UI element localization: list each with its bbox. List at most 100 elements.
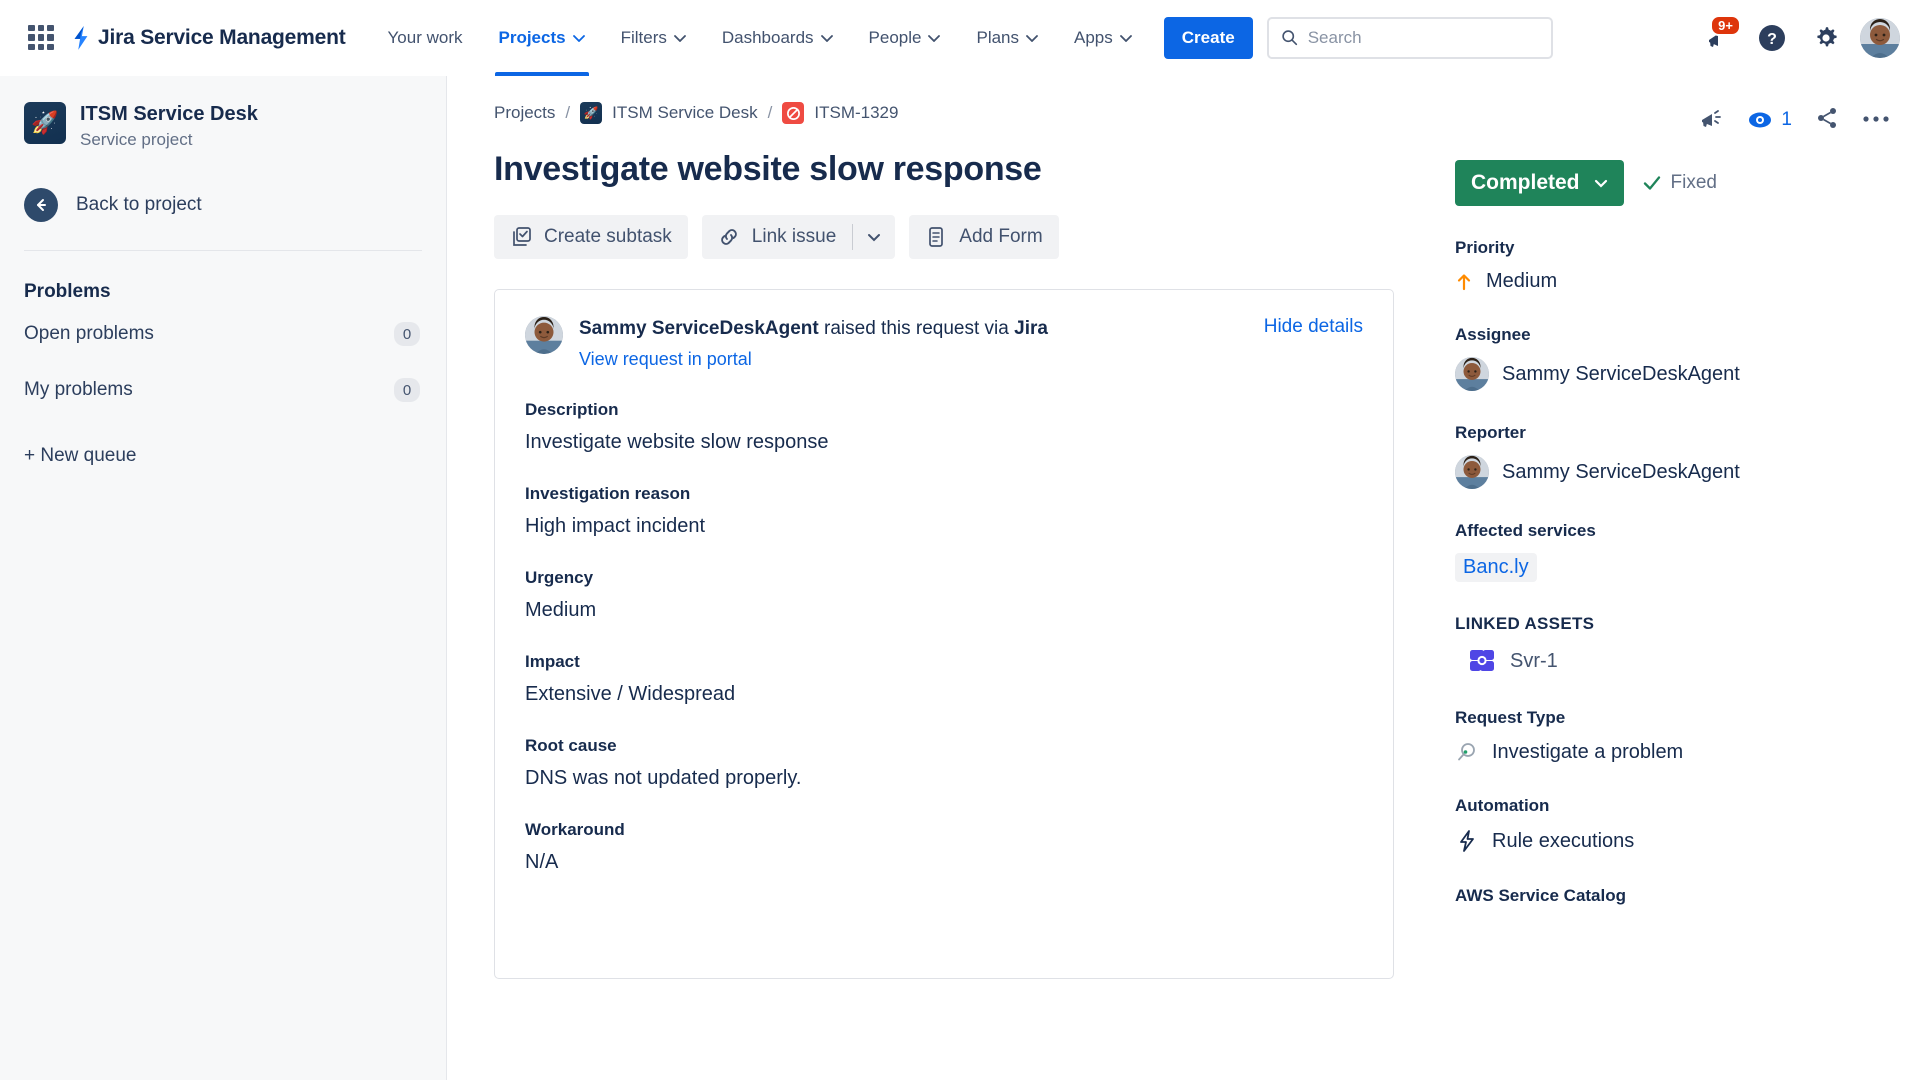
breadcrumb-issue-key[interactable]: ITSM-1329 <box>814 103 898 123</box>
linked-asset-row[interactable]: Svr-1 <box>1455 646 1890 676</box>
sidebar-item-count: 0 <box>394 322 420 346</box>
nav-item-plans[interactable]: Plans <box>958 0 1056 76</box>
field-value[interactable]: Extensive / Widespread <box>525 683 1363 706</box>
search-icon <box>1282 30 1297 46</box>
chevron-down-icon <box>928 34 941 42</box>
nav-item-projects[interactable]: Projects <box>481 0 603 76</box>
nav-item-label: Dashboards <box>721 27 814 47</box>
nav-item-people[interactable]: People <box>851 0 959 76</box>
nav-item-dashboards[interactable]: Dashboards <box>704 0 851 76</box>
sidebar-section-problems: Problems <box>24 281 111 302</box>
page-title[interactable]: Investigate website slow response <box>494 150 1467 189</box>
back-arrow-icon <box>24 188 58 222</box>
product-home-link[interactable]: Jira Service Management <box>70 25 346 51</box>
add-form-button[interactable]: Add Form <box>909 215 1059 259</box>
feedback-megaphone-button[interactable] <box>1697 104 1725 137</box>
user-profile-button[interactable] <box>1858 16 1902 60</box>
affected-service-chip[interactable]: Banc.ly <box>1455 553 1537 582</box>
eye-watch-icon <box>1749 112 1772 128</box>
field-label: AWS Service Catalog <box>1455 886 1627 905</box>
reporter-value-row[interactable]: Sammy ServiceDeskAgent <box>1455 455 1890 489</box>
nav-item-filters[interactable]: Filters <box>603 0 704 76</box>
form-icon <box>929 227 944 247</box>
jira-bolt-icon <box>74 25 88 50</box>
automation-bolt-icon <box>1460 830 1474 852</box>
assignee-avatar <box>1455 357 1489 391</box>
hide-details-button[interactable]: Hide details <box>1264 316 1363 338</box>
field-value[interactable]: High impact incident <box>525 515 1363 538</box>
chevron-down-icon <box>572 34 585 42</box>
field-label: Request Type <box>1455 708 1566 727</box>
field-label: Impact <box>525 651 580 671</box>
field-impact: Impact Extensive / Widespread <box>525 652 1363 706</box>
raised-request-line: Sammy ServiceDeskAgent raised this reque… <box>579 316 1048 342</box>
notifications-button[interactable]: 9+ <box>1696 14 1741 60</box>
status-dropdown-button[interactable]: Completed <box>1455 160 1624 206</box>
chevron-down-icon <box>820 34 833 42</box>
field-value[interactable]: Medium <box>525 599 1363 622</box>
create-button[interactable]: Create <box>1163 16 1253 59</box>
panel-field-assignee: Assignee Sammy ServiceDeskAgent <box>1455 325 1890 391</box>
priority-value-row[interactable]: Medium <box>1455 270 1890 293</box>
field-root-cause: Root cause DNS was not updated properly. <box>525 736 1363 790</box>
field-label: Affected services <box>1455 521 1596 540</box>
field-label: Description <box>525 399 619 419</box>
more-options-icon <box>1863 116 1889 122</box>
automation-value: Rule executions <box>1492 829 1635 852</box>
nav-item-apps[interactable]: Apps <box>1056 0 1150 76</box>
breadcrumb-projects[interactable]: Projects <box>494 103 555 123</box>
nav-item-label: Projects <box>498 27 566 47</box>
back-to-project-link[interactable]: Back to project <box>0 188 446 222</box>
panel-field-aws-service-catalog: AWS Service Catalog <box>1455 886 1890 906</box>
request-details-header: Sammy ServiceDeskAgent raised this reque… <box>525 316 1363 370</box>
avatar <box>1860 17 1900 58</box>
sidebar-item-my-problems[interactable]: My problems 0 <box>0 365 446 415</box>
add-form-label: Add Form <box>959 226 1043 247</box>
link-issue-button[interactable]: Link issue <box>702 215 853 259</box>
sidebar-project-header[interactable]: 🚀 ITSM Service Desk Service project <box>0 102 446 150</box>
field-label: Investigation reason <box>525 483 691 503</box>
app-switcher-icon[interactable] <box>24 21 58 55</box>
share-button[interactable] <box>1814 105 1840 136</box>
nav-right-cluster: 9+ ? <box>1696 14 1920 60</box>
automation-value-row[interactable]: Rule executions <box>1455 828 1890 854</box>
priority-medium-icon <box>1457 273 1471 290</box>
create-subtask-button[interactable]: Create subtask <box>494 215 688 259</box>
breadcrumb-separator: / <box>565 103 571 122</box>
raiser-avatar[interactable] <box>525 316 563 354</box>
sidebar-item-count: 0 <box>394 378 420 402</box>
help-button[interactable]: ? <box>1750 16 1794 60</box>
check-icon <box>1643 176 1660 190</box>
field-value[interactable]: DNS was not updated properly. <box>525 767 1363 790</box>
watch-issue-button[interactable]: 1 <box>1747 107 1792 133</box>
status-row: Completed Fixed <box>1455 160 1890 206</box>
view-request-in-portal-link[interactable]: View request in portal <box>579 349 752 370</box>
link-issue-dropdown-button[interactable] <box>853 215 895 259</box>
field-value[interactable]: Investigate website slow response <box>525 431 1363 454</box>
request-type-value-row[interactable]: Investigate a problem <box>1455 740 1890 764</box>
settings-button[interactable] <box>1804 16 1848 60</box>
status-label: Completed <box>1471 171 1580 194</box>
field-value[interactable]: N/A <box>525 851 1363 874</box>
chevron-down-icon <box>1594 179 1607 188</box>
more-actions-button[interactable] <box>1862 111 1890 129</box>
field-workaround: Workaround N/A <box>525 820 1363 874</box>
field-investigation-reason: Investigation reason High impact inciden… <box>525 484 1363 538</box>
panel-field-linked-assets: LINKED ASSETS Svr-1 <box>1455 614 1890 676</box>
nav-item-your-work[interactable]: Your work <box>370 0 481 76</box>
chevron-down-icon <box>673 34 686 42</box>
assignee-value-row[interactable]: Sammy ServiceDeskAgent <box>1455 357 1890 391</box>
sidebar-divider <box>24 250 422 251</box>
new-queue-button[interactable]: + New queue <box>0 445 446 467</box>
search-input[interactable] <box>1307 27 1539 48</box>
chevron-down-icon <box>868 233 881 241</box>
raiser-name[interactable]: Sammy ServiceDeskAgent <box>579 318 819 339</box>
request-details-card: Sammy ServiceDeskAgent raised this reque… <box>494 289 1394 979</box>
search-box[interactable] <box>1266 16 1553 59</box>
breadcrumb-project[interactable]: ITSM Service Desk <box>612 103 757 123</box>
product-name: Jira Service Management <box>98 25 346 49</box>
back-to-project-label: Back to project <box>76 194 202 215</box>
sidebar-item-open-problems[interactable]: Open problems 0 <box>0 309 446 359</box>
breadcrumb-separator: / <box>767 103 773 122</box>
nav-item-label: Your work <box>387 27 463 47</box>
